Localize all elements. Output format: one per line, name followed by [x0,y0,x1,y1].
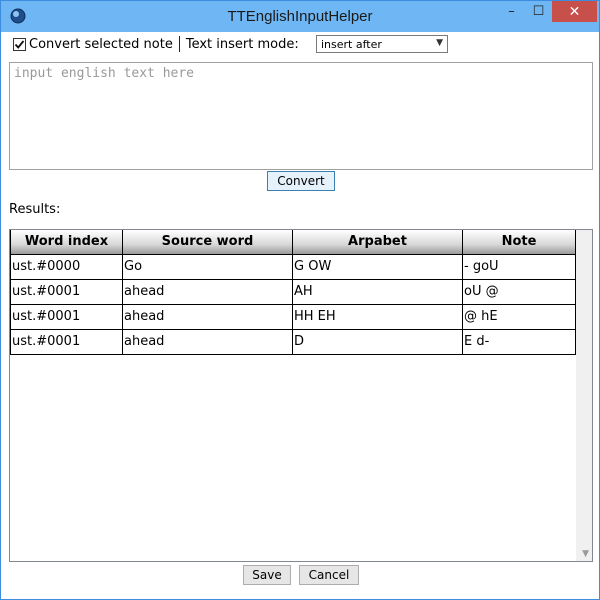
english-text-input[interactable]: input english text here [9,62,593,170]
cancel-button[interactable]: Cancel [299,565,359,585]
options-row: Convert selected note Text insert mode: [13,35,299,53]
convert-selected-note-label[interactable]: Convert selected note [29,37,173,52]
table-row[interactable]: ust.#0001 ahead D E d- [10,330,576,355]
convert-button[interactable]: Convert [267,171,335,191]
maximize-button[interactable]: ☐ [525,1,552,22]
cell-note[interactable]: oU @ [463,280,576,305]
column-header-source-word[interactable]: Source word [123,230,293,255]
insert-mode-select[interactable]: insert after ▼ [316,35,448,53]
cell-note[interactable]: E d- [463,330,576,355]
cell-arpabet[interactable]: AH [293,280,463,305]
cell-source-word[interactable]: ahead [123,330,293,355]
table-row[interactable]: ust.#0001 ahead HH EH @ hE [10,305,576,330]
cell-word-index[interactable]: ust.#0001 [10,305,123,330]
options-separator [178,36,180,52]
cell-note[interactable]: - goU [463,255,576,280]
cell-source-word[interactable]: Go [123,255,293,280]
results-label: Results: [9,202,61,217]
scroll-down-arrow-icon[interactable]: ▼ [582,549,589,559]
results-table: Word index Source word Arpabet Note ust.… [10,230,576,355]
chevron-down-icon: ▼ [436,38,443,48]
results-header-row: Word index Source word Arpabet Note [10,230,576,255]
cell-word-index[interactable]: ust.#0001 [10,280,123,305]
checkmark-icon [14,39,25,49]
cell-word-index[interactable]: ust.#0000 [10,255,123,280]
insert-mode-label: Text insert mode: [185,36,299,52]
convert-selected-note-checkbox[interactable] [13,37,26,51]
cell-word-index[interactable]: ust.#0001 [10,330,123,355]
table-row[interactable]: ust.#0001 ahead AH oU @ [10,280,576,305]
column-header-note[interactable]: Note [463,230,576,255]
title-bar[interactable]: TTEnglishInputHelper – ☐ ✕ [1,1,599,32]
cell-arpabet[interactable]: G OW [293,255,463,280]
results-grid[interactable]: Word index Source word Arpabet Note ust.… [9,229,593,562]
cell-arpabet[interactable]: D [293,330,463,355]
save-button[interactable]: Save [243,565,291,585]
minimize-button[interactable]: – [498,1,525,22]
cell-source-word[interactable]: ahead [123,280,293,305]
close-button[interactable]: ✕ [552,1,597,22]
cell-arpabet[interactable]: HH EH [293,305,463,330]
column-header-arpabet[interactable]: Arpabet [293,230,463,255]
vertical-scrollbar[interactable]: ▼ [576,230,592,561]
app-window: TTEnglishInputHelper – ☐ ✕ Convert selec… [0,0,600,600]
cell-source-word[interactable]: ahead [123,305,293,330]
cell-note[interactable]: @ hE [463,305,576,330]
insert-mode-value: insert after [321,37,382,51]
input-placeholder: input english text here [14,66,195,81]
table-row[interactable]: ust.#0000 Go G OW - goU [10,255,576,280]
column-header-word-index[interactable]: Word index [10,230,123,255]
